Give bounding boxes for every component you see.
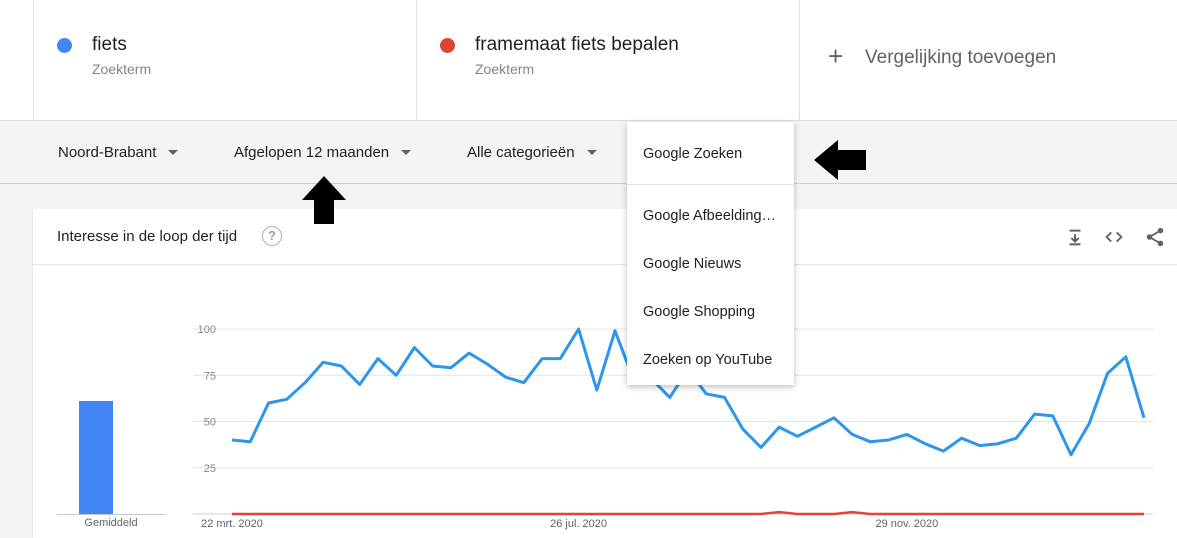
search-term-type: Zoekterm <box>92 61 152 77</box>
series-line-framemaat <box>232 510 1144 516</box>
dropdown-divider <box>627 184 794 185</box>
dropdown-item-google-images[interactable]: Google Afbeelding… <box>643 208 776 224</box>
dropdown-item-google-search[interactable]: Google Zoeken <box>643 146 742 162</box>
caret-down-icon <box>401 149 412 155</box>
period-filter-label: Afgelopen 12 maanden <box>234 143 390 161</box>
series-color-dot-red <box>440 38 455 53</box>
x-tick-label: 22 mrt. 2020 <box>201 518 263 530</box>
search-term-name: framemaat fiets bepalen <box>475 34 679 55</box>
dropdown-item-google-news[interactable]: Google Nieuws <box>643 256 741 272</box>
interest-line-chart[interactable]: 25 50 75 100 22 mrt. 2020 26 jul. 2020 29 nov.… <box>33 209 1177 538</box>
y-tick-label: 25 <box>204 463 216 475</box>
up-arrow-annotation <box>302 176 346 224</box>
y-tick-label: 75 <box>204 370 216 382</box>
y-tick-label: 50 <box>204 417 216 429</box>
search-term-type: Zoekterm <box>475 61 535 77</box>
dropdown-item-youtube-search[interactable]: Zoeken op YouTube <box>643 352 772 368</box>
interest-over-time-card: Interesse in de loop der tijd ? Gemiddel… <box>33 209 1177 538</box>
y-tick-label: 100 <box>198 324 216 336</box>
x-tick-label: 29 nov. 2020 <box>875 518 938 530</box>
caret-down-icon <box>168 149 179 155</box>
filter-bar: Noord-Brabant Afgelopen 12 maanden Alle … <box>0 121 1177 184</box>
add-comparison-button[interactable]: + Vergelijking toevoegen <box>799 0 1177 120</box>
category-filter[interactable]: Alle categorieën <box>467 121 597 183</box>
search-term-card[interactable]: framemaat fiets bepalen Zoekterm <box>416 0 800 120</box>
search-property-dropdown[interactable]: Google Zoeken Google Afbeelding… Google … <box>627 122 794 385</box>
caret-down-icon <box>586 149 597 155</box>
plus-icon: + <box>828 41 844 71</box>
add-comparison-label: Vergelijking toevoegen <box>865 47 1057 68</box>
region-filter-label: Noord-Brabant <box>58 143 157 161</box>
search-term-name: fiets <box>92 34 127 55</box>
series-color-dot-blue <box>57 38 72 53</box>
dropdown-item-google-shopping[interactable]: Google Shopping <box>643 304 755 320</box>
category-filter-label: Alle categorieën <box>467 143 575 161</box>
left-arrow-annotation <box>814 140 866 180</box>
search-term-card[interactable]: fiets Zoekterm <box>33 0 417 120</box>
region-filter[interactable]: Noord-Brabant <box>58 121 179 183</box>
x-tick-label: 26 jul. 2020 <box>550 518 607 530</box>
comparison-bar: fiets Zoekterm framemaat fiets bepalen Z… <box>0 0 1177 121</box>
